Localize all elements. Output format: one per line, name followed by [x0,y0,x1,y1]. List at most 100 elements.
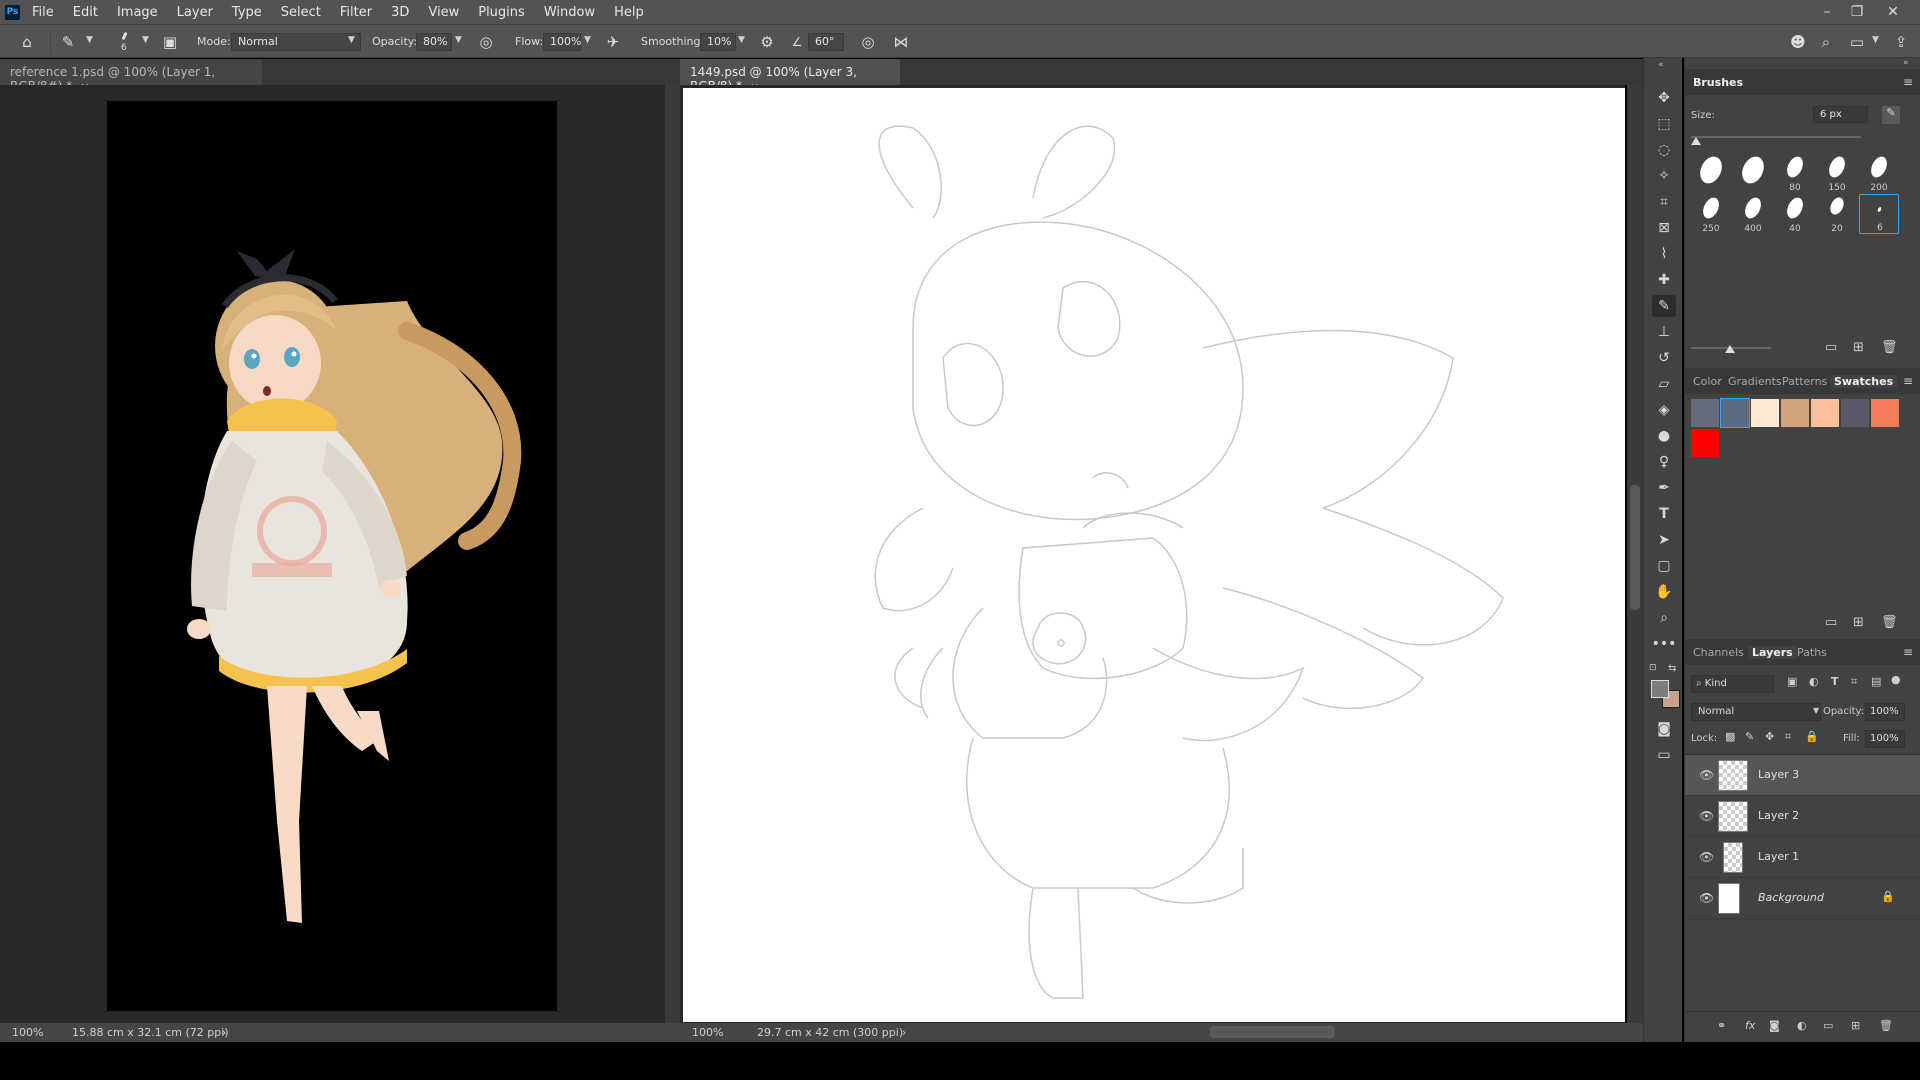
minimize-icon[interactable]: – [1810,0,1844,24]
angle-input[interactable]: 60° [808,33,844,51]
layer-filter-select[interactable]: ⌕ Kind [1691,675,1774,693]
airbrush-icon[interactable]: ✈ [603,32,623,52]
menu-plugins[interactable]: Plugins [478,5,525,20]
new-brush-icon[interactable]: ⊞ [1853,340,1864,355]
brush-preset[interactable]: 200 [1859,153,1899,193]
lock-position-icon[interactable]: ✥ [1765,730,1774,743]
eraser-tool-icon[interactable]: ▱ [1652,373,1676,395]
filter-type-icon[interactable]: T [1831,675,1839,688]
lock-all-icon[interactable]: 🔒 [1805,730,1819,743]
share-user-icon[interactable]: ☻ [1788,32,1808,52]
swap-colors-icon[interactable]: ⇆ [1668,663,1676,674]
tab-main-document[interactable]: 1449.psd @ 100% (Layer 3, RGB/8) *× [680,59,900,93]
scrollbar-thumb[interactable] [1630,485,1640,610]
layer-row-background[interactable]: 👁 Background 🔒 [1685,878,1920,919]
chevron-down-icon[interactable]: ▼ [738,35,745,45]
shape-tool-icon[interactable]: ▢ [1652,555,1676,577]
new-group-icon[interactable]: ▭ [1825,340,1837,355]
collapse-icon[interactable]: « [1658,60,1664,70]
restore-icon[interactable]: ❐ [1840,0,1874,24]
brush-size-slider[interactable] [1691,136,1861,138]
pen-tool-icon[interactable]: ✒ [1652,477,1676,499]
tab-brushes[interactable]: Brushes [1693,76,1743,89]
history-brush-tool-icon[interactable]: ↺ [1652,347,1676,369]
vertical-scrollbar[interactable] [665,85,680,1023]
lock-pixels-icon[interactable]: ✎ [1745,730,1754,743]
path-selection-tool-icon[interactable]: ➤ [1652,529,1676,551]
filter-shape-icon[interactable]: ⌗ [1851,675,1857,689]
frame-tool-icon[interactable]: ⊠ [1652,217,1676,239]
chevron-down-icon[interactable]: ▼ [86,35,93,45]
menu-3d[interactable]: 3D [391,5,409,20]
share-icon[interactable]: ⇪ [1891,32,1911,52]
color-swatch[interactable] [1720,398,1750,428]
lock-artboard-icon[interactable]: ⌗ [1785,730,1791,744]
sketch-canvas[interactable] [683,88,1625,1022]
menu-file[interactable]: File [32,5,54,20]
new-group-icon[interactable]: ▭ [1825,615,1837,630]
color-swatch[interactable] [1841,399,1869,427]
menu-window[interactable]: Window [544,5,595,20]
flow-input[interactable]: 100% [543,33,581,51]
brush-preset[interactable]: 40 [1775,194,1815,234]
panel-menu-icon[interactable]: ≡ [1903,374,1913,388]
foreground-color-swatch[interactable] [1651,680,1669,698]
vertical-scrollbar[interactable] [1627,85,1643,1023]
eye-icon[interactable]: 👁 [1699,768,1714,782]
workspace-icon[interactable]: ▭ [1847,32,1867,52]
color-swatch[interactable] [1751,399,1779,427]
brush-tool-icon[interactable]: ✎ [1652,295,1676,317]
layer-row-layer-3[interactable]: 👁 Layer 3 [1685,755,1920,796]
marquee-tool-icon[interactable]: ⬚ [1652,113,1676,135]
brush-edit-icon[interactable]: ✎ [1882,106,1900,124]
tab-gradients[interactable]: Gradients [1728,375,1782,388]
panel-menu-icon[interactable]: ≡ [1903,645,1913,659]
zoom-level[interactable]: 100% [692,1026,723,1039]
lock-icon[interactable]: 🔒 [1881,890,1895,903]
layer-effects-icon[interactable]: fx [1745,1019,1755,1032]
layer-opacity-input[interactable]: 100% [1865,703,1905,721]
brush-preset[interactable] [1691,153,1731,193]
gear-icon[interactable]: ⚙ [757,32,777,52]
dodge-tool-icon[interactable]: ♀ [1652,451,1676,473]
brush-size-picker[interactable]: 6 [112,29,138,57]
pressure-opacity-icon[interactable]: ◎ [476,32,496,52]
slider-handle[interactable] [1725,345,1735,353]
eye-icon[interactable]: 👁 [1699,850,1714,864]
menu-edit[interactable]: Edit [73,5,98,20]
symmetry-icon[interactable]: ⋈ [891,32,911,52]
add-mask-icon[interactable]: ◙ [1769,1019,1780,1032]
blend-mode-select[interactable]: Normal [1691,703,1821,721]
chevron-down-icon[interactable]: ▼ [584,35,591,45]
brush-tool-preset-icon[interactable]: ✎ [58,32,78,52]
tab-patterns[interactable]: Patterns [1782,375,1827,388]
reference-canvas[interactable] [107,101,557,1011]
filter-smart-object-icon[interactable]: ▤ [1871,675,1881,688]
menu-select[interactable]: Select [281,5,321,20]
default-colors-icon[interactable]: ⊡ [1649,663,1657,673]
eye-icon[interactable]: 👁 [1699,891,1714,905]
brush-size-input[interactable]: 6 px [1813,106,1868,123]
screen-mode-icon[interactable]: ▭ [1652,744,1676,766]
adjustment-layer-icon[interactable]: ◐ [1797,1019,1807,1032]
menu-view[interactable]: View [428,5,459,20]
new-group-icon[interactable]: ▭ [1823,1019,1833,1032]
menu-image[interactable]: Image [117,5,158,20]
trash-icon[interactable]: 🗑 [1879,1019,1893,1032]
color-swatch[interactable] [1811,399,1839,427]
link-layers-icon[interactable]: ⚭ [1717,1019,1726,1032]
move-tool-icon[interactable]: ✥ [1652,87,1676,109]
tab-layers[interactable]: Layers [1748,646,1797,659]
menu-filter[interactable]: Filter [340,5,372,20]
collapse-panels-icon[interactable]: » [1903,58,1909,68]
filter-toggle-icon[interactable]: ● [1891,673,1901,686]
tab-paths[interactable]: Paths [1797,646,1827,659]
clone-stamp-tool-icon[interactable]: ⊥ [1652,321,1676,343]
menu-help[interactable]: Help [614,5,644,20]
tab-color[interactable]: Color [1693,375,1722,388]
type-tool-icon[interactable]: T [1652,503,1676,525]
horizontal-scroll-thumb[interactable] [1210,1026,1335,1038]
pressure-size-icon[interactable]: ◎ [858,32,878,52]
brush-preset[interactable]: 250 [1691,194,1731,234]
chevron-down-icon[interactable]: ▼ [455,35,462,45]
